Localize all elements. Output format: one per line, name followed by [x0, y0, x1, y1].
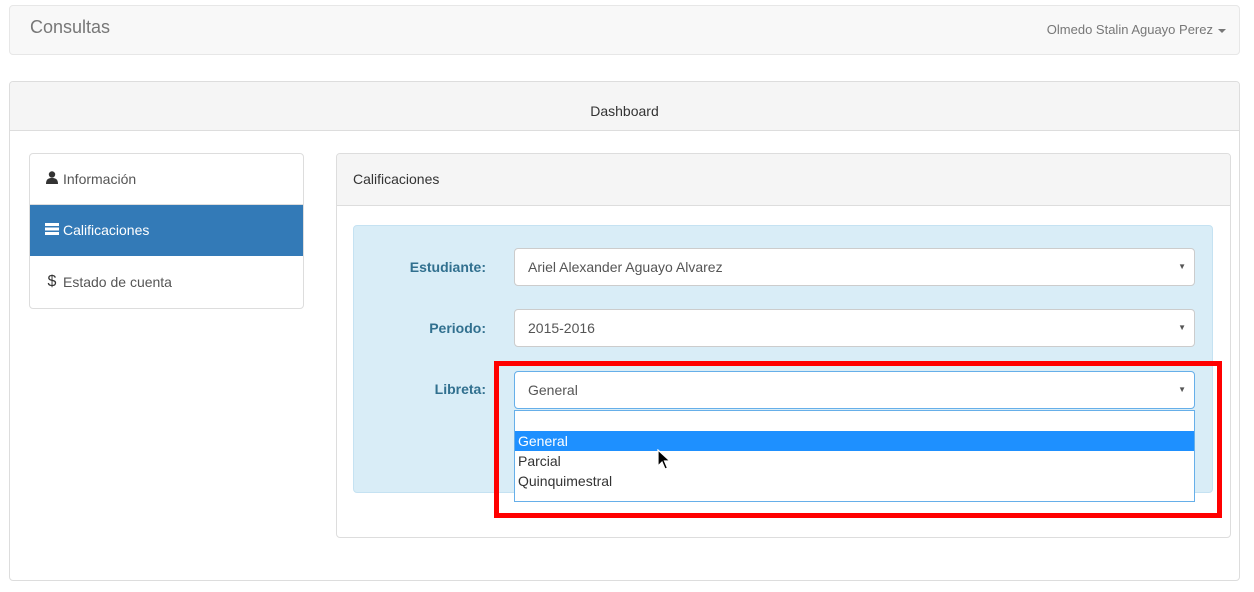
dropdown-arrow-icon: ▼: [1178, 385, 1186, 394]
sidebar-menu: Información Calificaciones $ Estado de c…: [29, 153, 304, 309]
estudiante-value: Ariel Alexander Aguayo Alvarez: [528, 259, 723, 275]
caret-down-icon: [1218, 28, 1226, 33]
dollar-icon: $: [47, 272, 57, 290]
periodo-select[interactable]: 2015-2016 ▼: [514, 309, 1195, 347]
user-menu[interactable]: Olmedo Stalin Aguayo Perez: [1047, 22, 1226, 37]
sidebar-item-informacion[interactable]: Información: [30, 154, 303, 205]
libreta-option-parcial[interactable]: Parcial: [515, 451, 1194, 471]
periodo-value: 2015-2016: [528, 320, 595, 336]
libreta-option-general[interactable]: General: [515, 431, 1194, 451]
list-icon: [45, 222, 59, 238]
estudiante-label: Estudiante:: [409, 259, 486, 275]
top-navbar: Consultas Olmedo Stalin Aguayo Perez: [9, 5, 1240, 55]
dashboard-heading: Dashboard: [10, 82, 1239, 131]
sidebar-item-label: Información: [63, 171, 137, 187]
estudiante-select[interactable]: Ariel Alexander Aguayo Alvarez ▼: [514, 248, 1195, 286]
libreta-option-empty[interactable]: [515, 411, 1194, 431]
calificaciones-panel: Calificaciones Estudiante: Ariel Alexand…: [336, 153, 1231, 538]
sidebar-item-calificaciones[interactable]: Calificaciones: [30, 205, 303, 256]
dashboard-panel: Dashboard Información Calificaciones $ E…: [9, 81, 1240, 581]
app-brand[interactable]: Consultas: [30, 17, 110, 38]
calificaciones-heading: Calificaciones: [337, 154, 1230, 206]
libreta-select[interactable]: General ▼: [514, 371, 1195, 409]
user-icon: [45, 171, 59, 187]
periodo-label: Periodo:: [429, 320, 486, 336]
sidebar-item-label: Calificaciones: [63, 222, 150, 238]
dropdown-arrow-icon: ▼: [1178, 323, 1186, 332]
user-name: Olmedo Stalin Aguayo Perez: [1046, 22, 1213, 37]
filter-form: Estudiante: Ariel Alexander Aguayo Alvar…: [353, 225, 1213, 502]
libreta-label: Libreta:: [434, 381, 486, 397]
sidebar-item-label: Estado de cuenta: [63, 273, 172, 290]
sidebar-item-estado-de-cuenta[interactable]: $ Estado de cuenta: [30, 256, 303, 307]
libreta-value: General: [528, 382, 578, 398]
libreta-option-quinquimestral[interactable]: Quinquimestral: [515, 471, 1194, 491]
libreta-options-list[interactable]: General Parcial Quinquimestral: [514, 410, 1195, 502]
dropdown-arrow-icon: ▼: [1178, 262, 1186, 271]
